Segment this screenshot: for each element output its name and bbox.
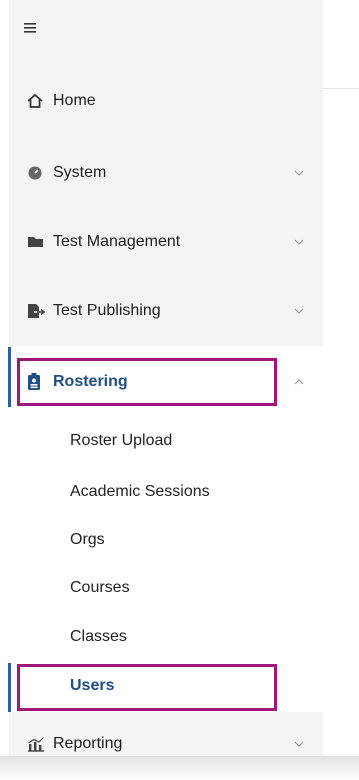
sidebar-subitem-courses[interactable]: Courses: [9, 568, 323, 608]
sidebar-item-test-management[interactable]: Test Management: [9, 218, 323, 266]
hamburger-menu-button[interactable]: [23, 20, 43, 40]
header-divider: [323, 88, 359, 89]
sidebar-item-reporting[interactable]: Reporting: [9, 720, 323, 756]
sidebar-subitem-academic-sessions[interactable]: Academic Sessions: [9, 472, 323, 512]
sidebar-item-label: Test Management: [53, 233, 181, 250]
active-section-indicator: [8, 347, 11, 407]
chevron-down-icon: [294, 308, 304, 314]
chevron-down-icon: [294, 170, 304, 176]
sidebar-item-test-publishing[interactable]: Test Publishing: [9, 287, 323, 335]
sidebar-subitem-classes[interactable]: Classes: [9, 617, 323, 657]
sidebar-item-home[interactable]: Home: [9, 77, 323, 125]
subitem-label: Courses: [70, 579, 130, 596]
subitem-label: Classes: [70, 628, 127, 645]
highlight-users-box: [17, 664, 277, 711]
sidebar-item-label: System: [53, 164, 107, 181]
publish-icon: [27, 302, 45, 320]
chevron-down-icon: [294, 741, 304, 747]
chart-icon: [27, 735, 45, 753]
sidebar-subitem-orgs[interactable]: Orgs: [9, 520, 323, 560]
subitem-label: Academic Sessions: [70, 483, 210, 500]
sidebar-item-label: Home: [53, 92, 96, 109]
gauge-icon: [27, 164, 45, 182]
sidebar-item-system[interactable]: System: [9, 149, 323, 197]
sidebar-item-label: Test Publishing: [53, 302, 161, 319]
folder-icon: [27, 233, 45, 251]
chevron-up-icon: [294, 379, 304, 385]
subitem-label: Roster Upload: [70, 432, 173, 449]
home-icon: [27, 92, 45, 110]
active-item-indicator: [8, 663, 11, 712]
bottom-shadow: [0, 756, 359, 780]
sidebar-item-label: Reporting: [53, 735, 123, 752]
subitem-label: Orgs: [70, 531, 105, 548]
sidebar-subitem-roster-upload[interactable]: Roster Upload: [9, 421, 323, 461]
app-frame: Home System Test Management Test Publish…: [0, 0, 359, 780]
highlight-rostering-box: [17, 358, 277, 406]
chevron-down-icon: [294, 239, 304, 245]
hamburger-icon: [24, 23, 36, 33]
main-content-edge: [323, 0, 359, 756]
